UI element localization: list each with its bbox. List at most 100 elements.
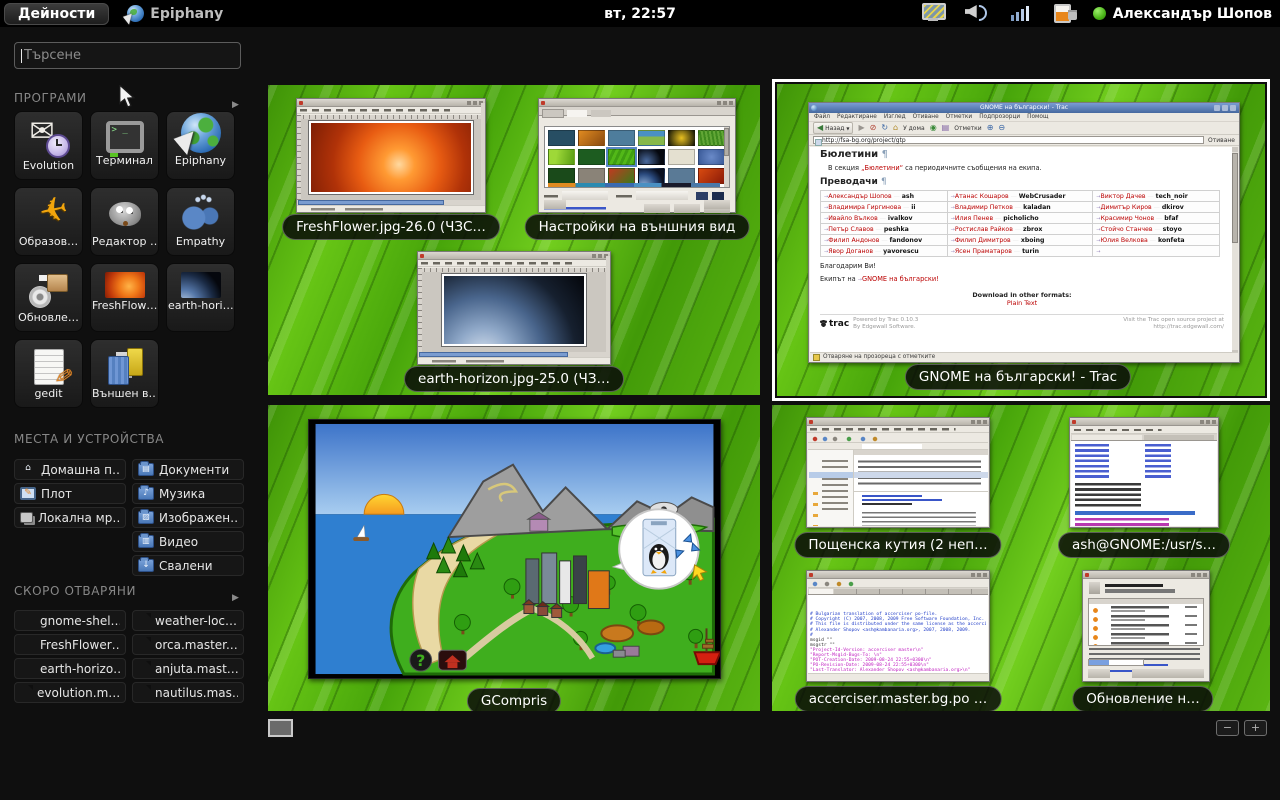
window-evolution[interactable]	[806, 417, 990, 528]
place-item[interactable]: Локална мр…	[14, 507, 126, 528]
network-icon	[20, 512, 33, 523]
recent-item[interactable]: gnome-shel…	[14, 610, 126, 631]
gcompris-scene: ?	[309, 420, 720, 678]
translator-cell: →Владимира Гиргинова — ii	[821, 202, 948, 213]
flower-file-icon	[20, 639, 35, 651]
translator-cell: →Явор Доганов — yavorescu	[821, 246, 948, 257]
window-appearance-prefs[interactable]	[538, 98, 736, 213]
recent-item[interactable]: weather-loc…	[132, 610, 244, 631]
place-item[interactable]: Видео	[132, 531, 244, 552]
epiphany-globe-icon	[127, 5, 144, 22]
url-bar: http://fsa-bg.org/project/gtp Отиване	[809, 135, 1239, 146]
window-label: Обновление н…	[1072, 686, 1213, 711]
recent-expander chevron-right-icon[interactable]	[232, 585, 242, 595]
app-tile[interactable]: Външен в…	[90, 339, 159, 408]
recent-item[interactable]: evolution.m…	[14, 682, 126, 703]
recent-item[interactable]: FreshFlower…	[14, 634, 126, 655]
clock[interactable]: вт, 22:57	[604, 6, 676, 22]
translator-cell: →Юлия Велкова — konfeta	[1093, 235, 1220, 246]
app-tile[interactable]: Терминал	[90, 111, 159, 180]
gimp-canvas	[418, 268, 610, 352]
app-tile[interactable]: Образов…	[14, 187, 83, 256]
app-tile[interactable]: earth-hori…	[166, 263, 235, 332]
progress-bar	[1088, 659, 1144, 666]
battery-icon[interactable]	[1053, 2, 1077, 21]
workspace-3[interactable]: ? GCompris	[268, 405, 760, 711]
terminal-icon	[106, 121, 144, 153]
workspace-4[interactable]: # Bulgarian translation of accerciser po…	[772, 405, 1270, 711]
doc-file-icon	[138, 614, 150, 628]
recent-item[interactable]: anjuta.mast…	[132, 658, 244, 679]
user-menu[interactable]: Александър Шопов	[1093, 6, 1272, 22]
screenshot-file-icon	[20, 615, 35, 627]
flower-photo-icon	[105, 272, 145, 298]
tab-bar	[539, 107, 735, 116]
window-gimp-earth[interactable]	[417, 251, 611, 365]
doc-file-icon	[138, 686, 150, 700]
app-tile[interactable]: Empathy	[166, 187, 235, 256]
recent-item[interactable]: earth-horizo…	[14, 658, 126, 679]
preview-pane	[854, 492, 988, 526]
gedit-icon	[29, 346, 69, 386]
window-epiphany-trac[interactable]: GNOME на български! - Trac ФайлРедактира…	[808, 102, 1240, 363]
app-tile[interactable]: Обновле…	[14, 263, 83, 332]
window-gedit[interactable]: # Bulgarian translation of accerciser po…	[806, 570, 990, 682]
back-button: ◀ Назад▼	[813, 122, 853, 134]
titlebar	[539, 99, 735, 107]
add-workspace-button[interactable]: +	[1244, 720, 1267, 736]
remove-workspace-button[interactable]: −	[1216, 720, 1239, 736]
network-signal-icon[interactable]	[1009, 2, 1033, 21]
svg-text:?: ?	[416, 651, 425, 670]
programs-section-title: ПРОГРАМИ	[14, 91, 87, 105]
place-item[interactable]: Изображен…	[132, 507, 244, 528]
menu-item: Отиване	[913, 114, 939, 120]
toolbar: ◀ Назад▼ ▶ ⊘ ↻ ⌂ У дома ◉ ▤ Отметки ⊕ ⊖	[809, 122, 1239, 135]
history-icon: ◉	[930, 124, 937, 132]
menu-item: Редактиране	[837, 114, 877, 120]
gcompris-plane-icon	[29, 194, 69, 234]
activities-button[interactable]: Дейности	[4, 3, 109, 25]
workspace-1[interactable]: FreshFlower.jpg-26.0 (ЧЗС… Настройки на …	[268, 85, 760, 395]
place-item[interactable]: Музика	[132, 483, 244, 504]
places-left-column: Домашна п… Плот Локална мр…	[14, 459, 126, 528]
app-label: FreshFlow…	[92, 299, 157, 312]
app-tile[interactable]: gedit	[14, 339, 83, 408]
titlebar	[418, 252, 610, 260]
apps-grid: Evolution Терминал Epiphany Образов… Ред…	[14, 111, 235, 408]
programs-expander chevron-right-icon[interactable]	[232, 92, 242, 102]
gnome-shell-overview: Дейности Epiphany вт, 22:57 Александър Ш…	[0, 0, 1280, 800]
app-menu-label: Epiphany	[150, 6, 223, 22]
app-tile[interactable]: Evolution	[14, 111, 83, 180]
place-item[interactable]: Плот	[14, 483, 126, 504]
bookmarks-icon: ▤	[942, 124, 950, 132]
evolution-icon	[29, 118, 69, 158]
app-tile[interactable]: FreshFlow…	[90, 263, 159, 332]
recent-item[interactable]: orca.master.…	[132, 634, 244, 655]
place-item[interactable]: Документи	[132, 459, 244, 480]
translator-cell: →Владимир Петков — kaladan	[948, 202, 1094, 213]
app-label: Epiphany	[175, 154, 226, 167]
app-tile[interactable]: Редактор …	[90, 187, 159, 256]
app-menu[interactable]: Epiphany	[127, 5, 223, 22]
recent-right-column: weather-loc… orca.master.… anjuta.mast… …	[132, 610, 244, 703]
search-input[interactable]: Търсене	[14, 42, 241, 69]
appearance-icon	[105, 346, 145, 386]
place-item[interactable]: Домашна п…	[14, 459, 126, 480]
workspace-2-active[interactable]: GNOME на български! - Trac ФайлРедактира…	[772, 79, 1270, 401]
app-tile[interactable]: Epiphany	[166, 111, 235, 180]
toolbar	[808, 434, 988, 443]
earth-photo-icon	[181, 272, 221, 298]
window-update-manager[interactable]	[1082, 570, 1210, 682]
place-item[interactable]: Свалени	[132, 555, 244, 576]
volume-icon[interactable]	[965, 2, 989, 21]
recent-item[interactable]: nautilus.mas…	[132, 682, 244, 703]
display-icon[interactable]	[921, 2, 945, 21]
menu-item: Отметки	[946, 114, 973, 120]
statusbar	[808, 673, 988, 680]
app-label: Външен в…	[92, 387, 157, 400]
menubar	[1071, 427, 1217, 434]
folder-pane	[808, 450, 854, 526]
window-gimp-freshflower[interactable]	[296, 98, 486, 213]
window-terminal[interactable]	[1069, 417, 1219, 528]
window-gcompris[interactable]: ?	[308, 419, 721, 679]
